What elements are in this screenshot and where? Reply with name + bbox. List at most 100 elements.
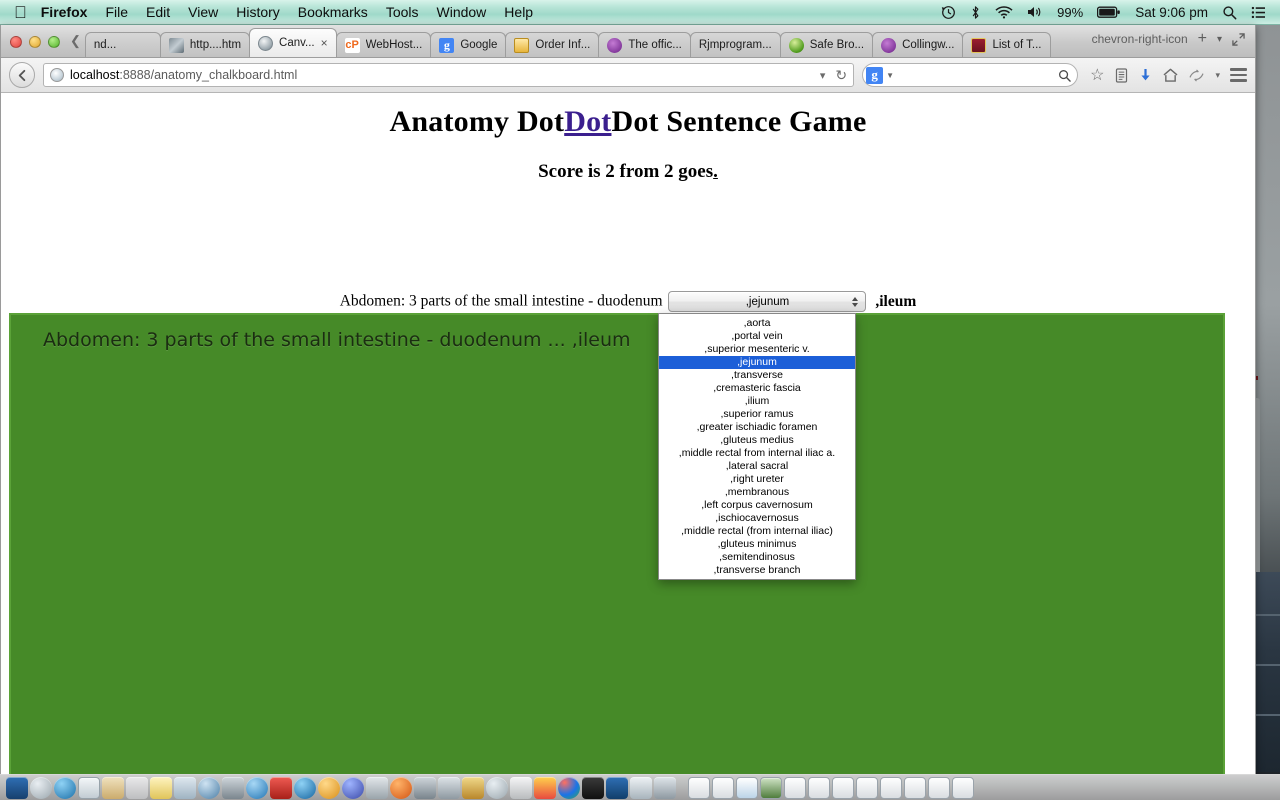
dropdown-option[interactable]: ,aorta <box>659 317 855 330</box>
menu-bar-clock[interactable]: Sat 9:06 pm <box>1135 5 1208 20</box>
menu-item-file[interactable]: File <box>105 4 128 20</box>
bluetooth-icon[interactable] <box>970 5 981 20</box>
browser-tab-4[interactable]: cP WebHost... <box>335 32 432 57</box>
bookmark-star-icon[interactable]: ☆ <box>1090 65 1104 85</box>
browser-tab-11[interactable]: List of T... <box>962 32 1051 57</box>
dock-item[interactable] <box>246 777 268 799</box>
dock-item[interactable] <box>270 777 292 799</box>
dropdown-option[interactable]: ,transverse branch <box>659 564 855 577</box>
list-all-tabs-icon[interactable]: chevron-right-icon <box>1092 32 1188 46</box>
sync-icon[interactable] <box>1189 69 1205 82</box>
time-machine-icon[interactable] <box>941 5 956 20</box>
dock[interactable] <box>0 774 1280 800</box>
dock-item[interactable] <box>606 777 628 799</box>
tab-strip[interactable]: ❮ nd... http....htm Canv... × cP WebHost… <box>1 25 1255 58</box>
dock-item[interactable] <box>534 777 556 799</box>
dock-item[interactable] <box>222 777 244 799</box>
answer-select-dropdown[interactable]: ,aorta ,portal vein ,superior mesenteric v… <box>658 313 856 580</box>
new-tab-button[interactable]: + <box>1198 30 1207 48</box>
dock-document-item[interactable] <box>808 777 830 799</box>
dropdown-option[interactable]: ,semitendinosus <box>659 551 855 564</box>
menu-item-window[interactable]: Window <box>437 4 487 20</box>
dock-item[interactable] <box>126 777 148 799</box>
dock-document-item[interactable] <box>880 777 902 799</box>
dock-item[interactable] <box>438 777 460 799</box>
dock-trash-item[interactable] <box>952 777 974 799</box>
dock-item[interactable] <box>366 777 388 799</box>
dock-document-item[interactable] <box>736 777 758 799</box>
autocomplete-chevron-icon[interactable]: ▾ <box>820 69 826 82</box>
dropdown-option[interactable]: ,membranous <box>659 486 855 499</box>
browser-tab-7[interactable]: The offic... <box>598 32 691 57</box>
browser-tab-3-active[interactable]: Canv... × <box>249 28 337 57</box>
browser-tab-2[interactable]: http....htm <box>159 32 251 57</box>
downloads-icon[interactable] <box>1139 68 1152 83</box>
dock-item[interactable] <box>54 777 76 799</box>
dropdown-option[interactable]: ,left corpus cavernosum <box>659 499 855 512</box>
dropdown-option[interactable]: ,portal vein <box>659 330 855 343</box>
dock-item[interactable] <box>558 777 580 799</box>
tab-close-icon[interactable]: × <box>321 36 328 50</box>
menu-item-edit[interactable]: Edit <box>146 4 170 20</box>
chevron-down-icon[interactable]: ▼ <box>886 71 894 80</box>
answer-select[interactable]: ,jejunum <box>668 291 867 312</box>
dock-document-item[interactable] <box>712 777 734 799</box>
dropdown-option[interactable]: ,transverse <box>659 369 855 382</box>
close-window-button[interactable] <box>10 36 22 48</box>
dock-document-item[interactable] <box>856 777 878 799</box>
menu-item-view[interactable]: View <box>188 4 218 20</box>
dock-item[interactable] <box>654 777 676 799</box>
chalkboard-canvas[interactable]: Abdomen: 3 parts of the small intestine … <box>9 313 1225 774</box>
dock-item[interactable] <box>30 777 52 799</box>
score-link[interactable]: . <box>713 161 718 182</box>
battery-icon[interactable] <box>1097 6 1121 19</box>
dock-document-item[interactable] <box>928 777 950 799</box>
zoom-window-button[interactable] <box>48 36 60 48</box>
dock-item[interactable] <box>174 777 196 799</box>
wifi-icon[interactable] <box>995 5 1013 19</box>
dock-document-item[interactable] <box>688 777 710 799</box>
menu-item-history[interactable]: History <box>236 4 280 20</box>
page-title-link[interactable]: Dot <box>564 105 611 138</box>
mac-menu-bar[interactable]:  Firefox File Edit View History Bookmar… <box>0 0 1280 25</box>
notification-center-icon[interactable] <box>1251 6 1266 19</box>
toolbar-overflow-icon[interactable]: ▾ <box>1215 70 1220 81</box>
dropdown-option[interactable]: ,lateral sacral <box>659 460 855 473</box>
dock-item[interactable] <box>78 777 100 799</box>
browser-tab-10[interactable]: Collingw... <box>872 32 964 57</box>
dropdown-option[interactable]: ,cremasteric fascia <box>659 382 855 395</box>
minimize-window-button[interactable] <box>29 36 41 48</box>
search-submit-icon[interactable] <box>1058 69 1071 82</box>
menu-item-firefox[interactable]: Firefox <box>41 4 88 20</box>
toolbar-icons[interactable]: ☆ ▾ <box>1090 65 1220 85</box>
dock-item[interactable] <box>486 777 508 799</box>
chevron-down-icon[interactable]: ▾ <box>1217 34 1222 45</box>
dropdown-option[interactable]: ,greater ischiadic foramen <box>659 421 855 434</box>
dropdown-option[interactable]: ,ischiocavernosus <box>659 512 855 525</box>
reload-button[interactable]: ↻ <box>835 67 847 84</box>
browser-tab-6[interactable]: Order Inf... <box>505 32 600 57</box>
dock-item[interactable] <box>150 777 172 799</box>
dock-document-item[interactable] <box>904 777 926 799</box>
search-input[interactable] <box>894 68 1059 82</box>
url-bar-controls[interactable]: ▾ ↻ <box>820 67 847 84</box>
dock-item[interactable] <box>6 777 28 799</box>
tab-scroll-left-icon[interactable]: ❮ <box>68 34 85 57</box>
reader-view-icon[interactable] <box>1115 67 1128 83</box>
home-icon[interactable] <box>1163 68 1178 82</box>
dock-item[interactable] <box>294 777 316 799</box>
back-button[interactable] <box>9 62 35 88</box>
dock-item[interactable] <box>390 777 412 799</box>
browser-tab-8[interactable]: Rjmprogram... <box>689 32 781 57</box>
firefox-menu-button[interactable] <box>1230 68 1247 82</box>
dropdown-option[interactable]: ,gluteus minimus <box>659 538 855 551</box>
dropdown-option[interactable]: ,superior mesenteric v. <box>659 343 855 356</box>
dock-item[interactable] <box>414 777 436 799</box>
apple-logo-icon[interactable]:  <box>14 4 27 21</box>
dropdown-option[interactable]: ,gluteus medius <box>659 434 855 447</box>
search-bar[interactable]: g ▼ <box>862 63 1079 87</box>
dropdown-option[interactable]: ,superior ramus <box>659 408 855 421</box>
dock-item[interactable] <box>318 777 340 799</box>
dock-item[interactable] <box>630 777 652 799</box>
dock-document-item[interactable] <box>760 777 782 799</box>
